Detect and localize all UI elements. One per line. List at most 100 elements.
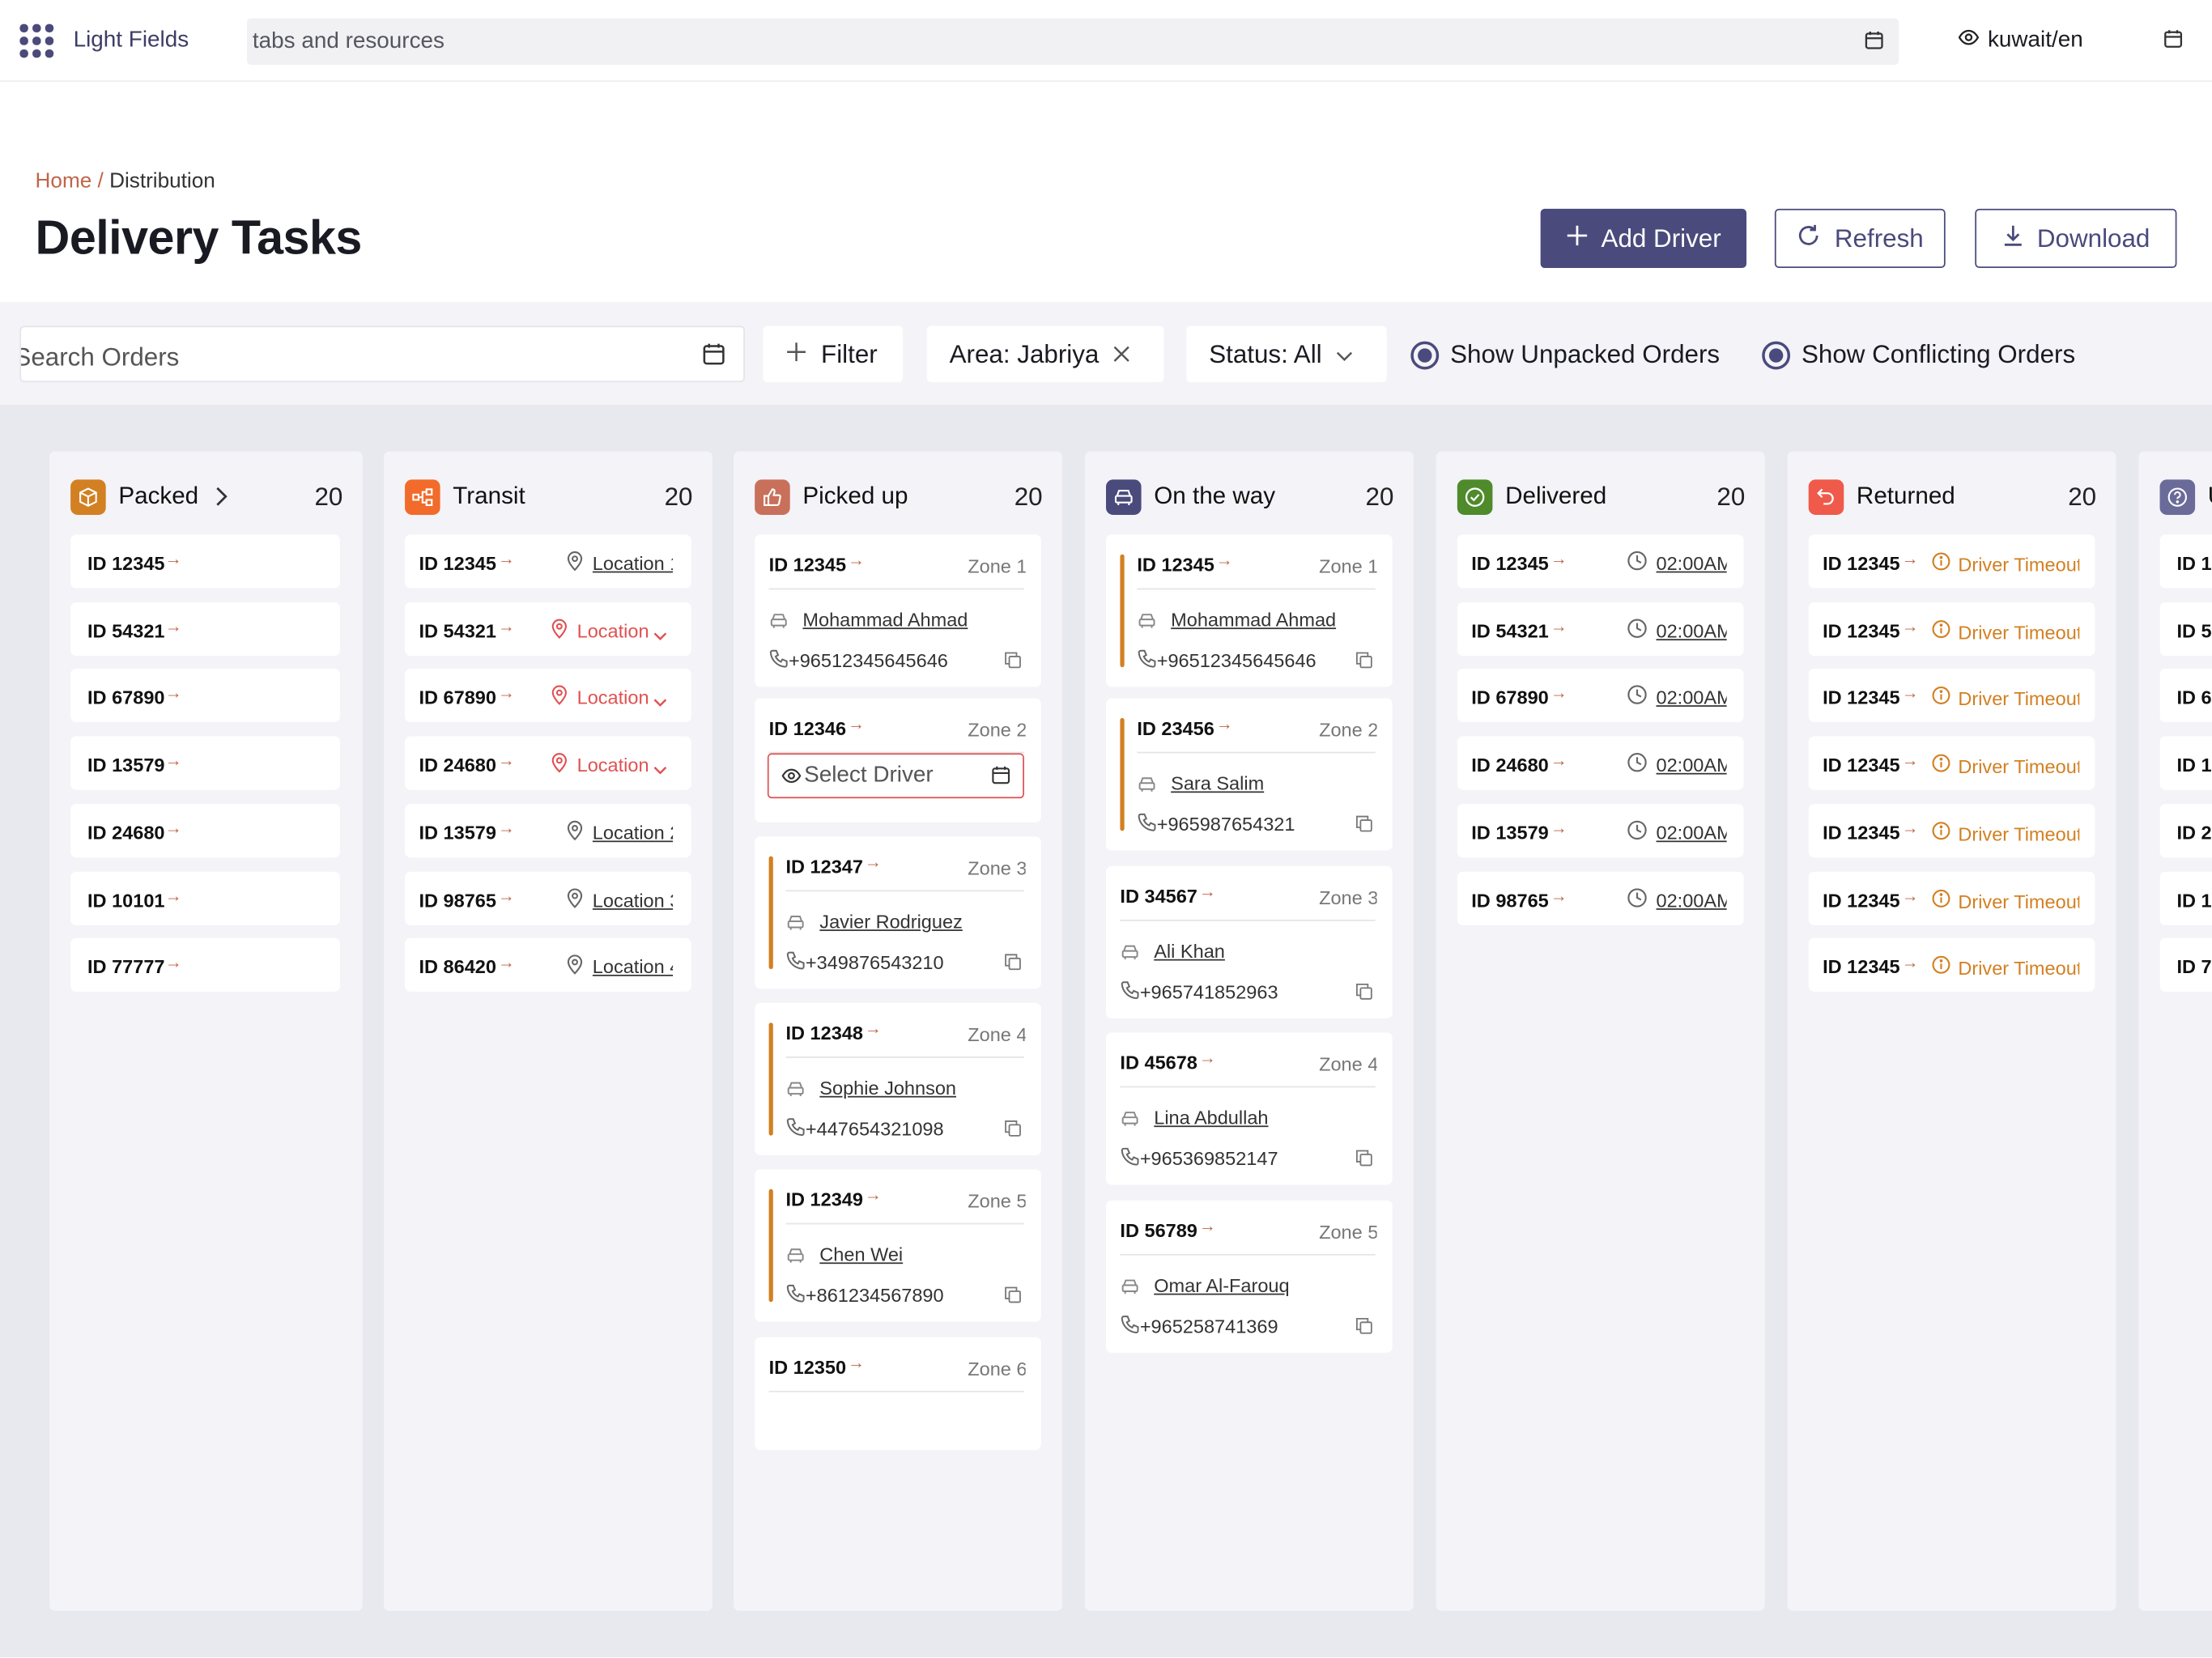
task-card[interactable]: ID 5: [2159, 602, 2212, 656]
delivery-time[interactable]: 02:00AM: [1657, 553, 1727, 574]
order-id[interactable]: ID 12345: [1823, 957, 1899, 978]
task-card[interactable]: ID 12345 → Driver Timeout: [1808, 669, 2095, 723]
locale-switcher[interactable]: kuwait/en: [1958, 27, 2083, 55]
task-card[interactable]: ID 54321 → Location: [405, 602, 691, 656]
order-id[interactable]: ID 24680: [87, 822, 164, 843]
location-link[interactable]: Location 3: [593, 890, 673, 911]
copy-icon[interactable]: [1355, 814, 1372, 832]
order-id[interactable]: ID 7: [2176, 957, 2211, 978]
task-card[interactable]: ID 12345 → Driver Timeout: [1808, 736, 2095, 790]
chevron-down-icon[interactable]: [653, 691, 667, 716]
task-card[interactable]: ID 13579 → Location 2: [405, 803, 691, 857]
task-card[interactable]: ID 86420 → Location 4: [405, 937, 691, 993]
order-id[interactable]: ID 12345: [1471, 553, 1548, 574]
order-id[interactable]: ID 45678: [1120, 1052, 1197, 1073]
location-link[interactable]: Location: [577, 620, 662, 641]
location-link[interactable]: Location: [577, 687, 662, 708]
task-card[interactable]: ID 1: [2159, 736, 2212, 790]
order-id[interactable]: ID 1: [2176, 553, 2211, 574]
task-card[interactable]: ID 2: [2159, 803, 2212, 857]
task-card[interactable]: ID 12345 → Location 1: [405, 534, 691, 589]
order-id[interactable]: ID 54321: [1471, 620, 1548, 641]
copy-icon[interactable]: [1355, 1148, 1372, 1167]
copy-icon[interactable]: [1005, 650, 1022, 669]
location-link[interactable]: Location 1: [593, 553, 673, 574]
order-id[interactable]: ID 12349: [785, 1189, 862, 1210]
task-card[interactable]: ID 12345 → Driver Timeout: [1808, 937, 2095, 993]
copy-icon[interactable]: [1005, 952, 1022, 971]
task-card[interactable]: ID 67890 →: [70, 669, 340, 723]
driver-link[interactable]: Mohammad Ahmad: [1171, 610, 1336, 631]
delivery-time[interactable]: 02:00AM: [1657, 822, 1727, 843]
driver-link[interactable]: Chen Wei: [819, 1244, 903, 1265]
task-card[interactable]: ID 7: [2159, 937, 2212, 993]
location-link[interactable]: Location: [577, 755, 662, 776]
order-id[interactable]: ID 6: [2176, 687, 2211, 708]
order-id[interactable]: ID 12345: [1823, 687, 1899, 708]
task-card[interactable]: ID 10101 →: [70, 870, 340, 925]
order-id[interactable]: ID 24680: [1471, 755, 1548, 776]
breadcrumb-home[interactable]: Home: [36, 169, 92, 193]
calendar-icon[interactable]: [2163, 28, 2184, 57]
order-id[interactable]: ID 12350: [769, 1357, 846, 1378]
chevron-right-icon[interactable]: [215, 487, 228, 506]
copy-icon[interactable]: [1005, 1285, 1022, 1303]
driver-link[interactable]: Mohammad Ahmad: [802, 610, 968, 631]
order-id[interactable]: ID 12345: [87, 553, 164, 574]
task-card[interactable]: ID 13579 →: [70, 736, 340, 790]
task-card[interactable]: ID 24680 → 02:00AM: [1457, 736, 1744, 790]
task-card[interactable]: ID 12346 → Zone 2 Select Driver: [755, 698, 1041, 823]
order-id[interactable]: ID 2: [2176, 822, 2211, 843]
task-card[interactable]: ID 12345 →: [70, 534, 340, 589]
copy-icon[interactable]: [1355, 982, 1372, 1000]
order-id[interactable]: ID 34567: [1120, 886, 1197, 907]
order-id[interactable]: ID 23456: [1137, 718, 1214, 739]
task-card[interactable]: ID 12345 → Zone 1 Mohammad Ahmad +9651234564…: [755, 534, 1041, 687]
order-id[interactable]: ID 54321: [419, 620, 496, 641]
calendar-icon[interactable]: [990, 764, 1011, 793]
driver-link[interactable]: Sophie Johnson: [819, 1078, 956, 1099]
order-id[interactable]: ID 67890: [87, 687, 164, 708]
order-id[interactable]: ID 12346: [769, 718, 846, 739]
order-id[interactable]: ID 1: [2176, 755, 2211, 776]
order-id[interactable]: ID 12345: [419, 553, 496, 574]
filter-button[interactable]: Filter: [763, 325, 904, 383]
order-id[interactable]: ID 13579: [87, 755, 164, 776]
task-card[interactable]: ID 12345 → Driver Timeout: [1808, 803, 2095, 857]
order-id[interactable]: ID 24680: [419, 755, 496, 776]
copy-icon[interactable]: [1355, 650, 1372, 669]
task-card[interactable]: ID 12345 → Driver Timeout: [1808, 602, 2095, 656]
task-card[interactable]: ID 98765 → Location 3: [405, 870, 691, 925]
task-card[interactable]: ID 12345 → Driver Timeout: [1808, 534, 2095, 589]
search-input[interactable]: Search Orders: [19, 325, 745, 383]
add-driver-button[interactable]: Add Driver: [1540, 208, 1747, 269]
task-card[interactable]: ID 24680 → Location: [405, 736, 691, 790]
chevron-down-icon[interactable]: [653, 623, 667, 648]
task-card[interactable]: ID 12345 → Zone 1 Mohammad Ahmad +9651234564…: [1106, 534, 1393, 687]
show-conflicting-toggle[interactable]: Show Conflicting Orders: [1762, 340, 2075, 370]
order-id[interactable]: ID 67890: [419, 687, 496, 708]
task-card[interactable]: ID 6: [2159, 669, 2212, 723]
order-id[interactable]: ID 12345: [1823, 553, 1899, 574]
order-id[interactable]: ID 10101: [87, 890, 164, 911]
delivery-time[interactable]: 02:00AM: [1657, 755, 1727, 776]
order-id[interactable]: ID 12345: [769, 555, 846, 576]
driver-link[interactable]: Lina Abdullah: [1154, 1107, 1268, 1129]
task-card[interactable]: ID 1: [2159, 870, 2212, 925]
task-card[interactable]: ID 24680 →: [70, 803, 340, 857]
order-id[interactable]: ID 1: [2176, 890, 2211, 911]
location-link[interactable]: Location 2: [593, 822, 673, 843]
close-icon[interactable]: [1113, 339, 1130, 369]
task-card[interactable]: ID 12345 → 02:00AM: [1457, 534, 1744, 589]
area-filter-chip[interactable]: Area: Jabriya: [926, 325, 1164, 383]
task-card[interactable]: ID 56789 → Zone 5 Omar Al-Farouq +9652587413…: [1106, 1200, 1393, 1353]
order-id[interactable]: ID 67890: [1471, 687, 1548, 708]
order-id[interactable]: ID 12347: [785, 857, 862, 878]
order-id[interactable]: ID 98765: [419, 890, 496, 911]
chevron-down-icon[interactable]: [653, 758, 667, 783]
task-card[interactable]: ID 67890 → Location: [405, 669, 691, 723]
order-id[interactable]: ID 12345: [1823, 822, 1899, 843]
location-link[interactable]: Location 4: [593, 957, 673, 978]
task-card[interactable]: ID 45678 → Zone 4 Lina Abdullah +96536985214…: [1106, 1032, 1393, 1185]
driver-link[interactable]: Omar Al-Farouq: [1154, 1275, 1289, 1296]
